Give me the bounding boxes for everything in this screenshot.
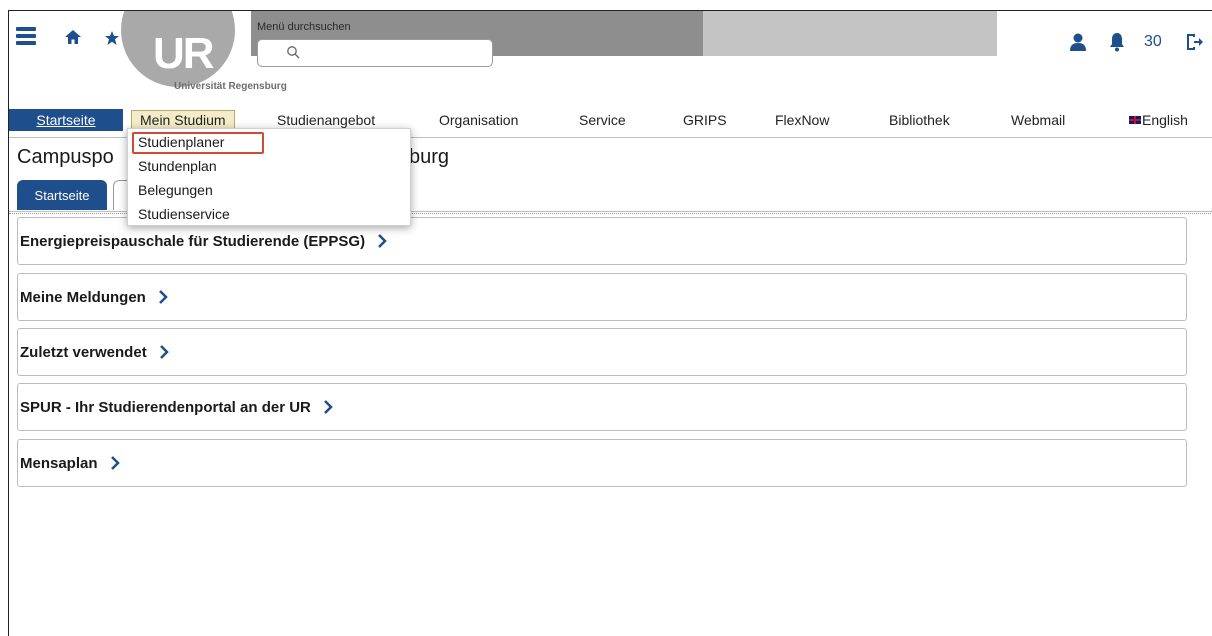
nav-webmail[interactable]: Webmail bbox=[1011, 109, 1065, 131]
section-title: SPUR - Ihr Studierendenportal an der UR bbox=[20, 398, 311, 416]
bell-icon[interactable] bbox=[1107, 31, 1127, 53]
search-icon bbox=[285, 44, 301, 60]
section-mensaplan[interactable]: Mensaplan bbox=[17, 439, 1187, 487]
section-title: Mensaplan bbox=[20, 454, 98, 472]
nav-service[interactable]: Service bbox=[579, 109, 626, 131]
chevron-right-icon bbox=[378, 234, 387, 248]
notification-count[interactable]: 30 bbox=[1144, 33, 1162, 51]
university-name: Universität Regensburg bbox=[174, 81, 287, 92]
dropdown-item-studienservice[interactable]: Studienservice bbox=[138, 206, 230, 222]
chevron-right-icon bbox=[323, 400, 333, 414]
section-title: Energiepreispauschale für Studierende (E… bbox=[20, 232, 366, 250]
nav-english[interactable]: English bbox=[1129, 109, 1188, 131]
section-meine-meldungen[interactable]: Meine Meldungen bbox=[17, 273, 1187, 321]
nav-bibliothek[interactable]: Bibliothek bbox=[889, 109, 950, 131]
portal-title-suffix: burg bbox=[409, 146, 450, 168]
user-icon[interactable] bbox=[1067, 31, 1089, 53]
home-icon[interactable] bbox=[63, 27, 83, 47]
flag-icon bbox=[1129, 116, 1141, 124]
nav-startseite[interactable]: Startseite bbox=[9, 109, 123, 131]
section-spur[interactable]: SPUR - Ihr Studierendenportal an der UR bbox=[17, 383, 1187, 431]
section-title: Meine Meldungen bbox=[20, 288, 146, 306]
browser-viewport: UR Universität Regensburg Menü durchsuch… bbox=[8, 10, 1212, 636]
chevron-right-icon bbox=[158, 290, 168, 304]
dropdown-item-studienplaner[interactable]: Studienplaner bbox=[138, 134, 224, 150]
tab-startseite[interactable]: Startseite bbox=[17, 180, 107, 210]
hamburger-menu-icon[interactable] bbox=[15, 25, 37, 47]
university-logo[interactable]: UR bbox=[115, 11, 245, 91]
header-bar-light bbox=[703, 11, 997, 56]
chevron-right-icon bbox=[159, 345, 169, 359]
section-title: Zuletzt verwendet bbox=[20, 343, 147, 361]
dropdown-item-stundenplan[interactable]: Stundenplan bbox=[138, 158, 217, 174]
nav-organisation[interactable]: Organisation bbox=[439, 109, 518, 131]
nav-flexnow[interactable]: FlexNow bbox=[775, 109, 829, 131]
chevron-right-icon bbox=[110, 456, 120, 470]
section-zuletzt-verwendet[interactable]: Zuletzt verwendet bbox=[17, 328, 1187, 376]
logout-icon[interactable] bbox=[1183, 31, 1205, 53]
portal-title: Campuspo bbox=[17, 146, 114, 168]
search-label: Menü durchsuchen bbox=[257, 21, 351, 33]
nav-grips[interactable]: GRIPS bbox=[683, 109, 727, 131]
mein-studium-dropdown: Studienplaner Stundenplan Belegungen Stu… bbox=[127, 128, 411, 226]
nav-english-label: English bbox=[1142, 112, 1188, 128]
dropdown-item-belegungen[interactable]: Belegungen bbox=[138, 182, 213, 198]
nav-mein-studium[interactable]: Mein Studium bbox=[131, 110, 235, 130]
logo-text: UR bbox=[153, 29, 215, 78]
